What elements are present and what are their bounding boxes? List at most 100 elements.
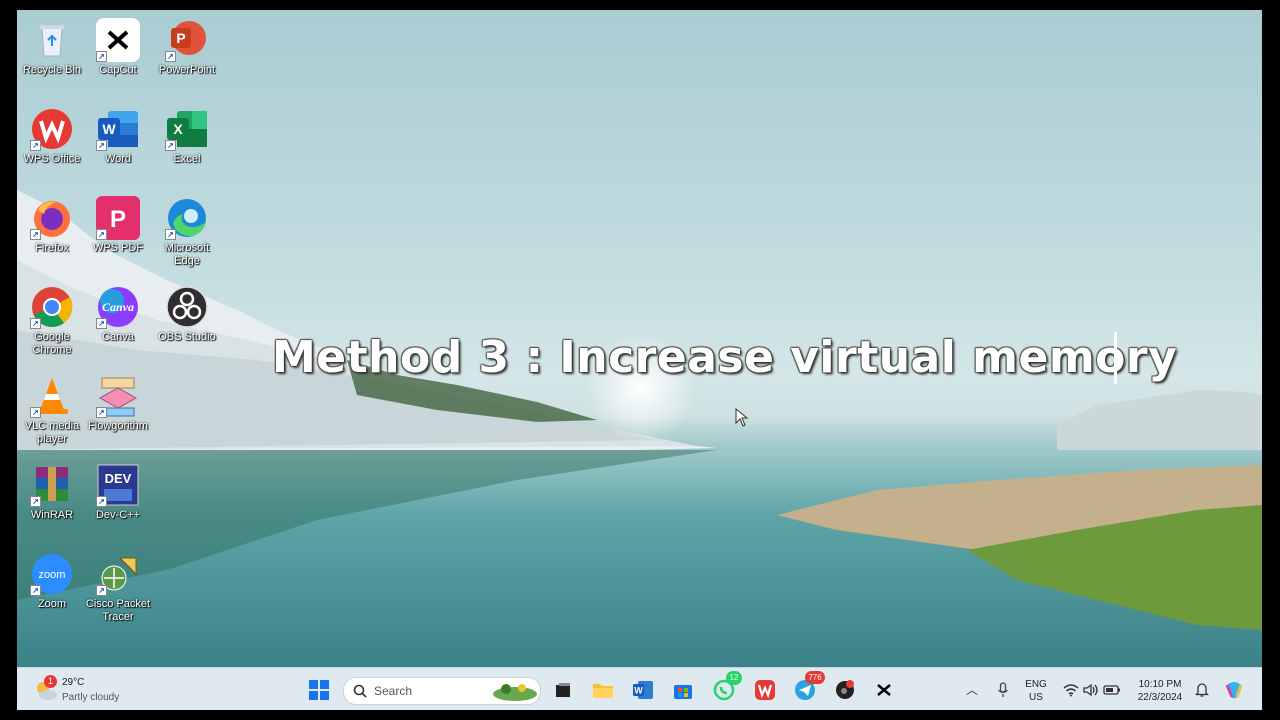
chrome-icon: ↗ [30, 285, 74, 329]
taskbar-wps-office[interactable] [751, 676, 779, 704]
shortcut-arrow-icon: ↗ [165, 140, 176, 151]
desktop-icon-recycle-bin[interactable]: Recycle Bin [17, 18, 87, 77]
desktop-screen: Recycle Bin ↗ CapCut P ↗ PowerPoint ↗ WP… [17, 10, 1262, 710]
weather-condition: Partly cloudy [62, 692, 120, 703]
desktop-icon-wps-office[interactable]: ↗ WPS Office [17, 107, 87, 166]
powerpoint-glyph: P [176, 30, 185, 46]
icon-label: WinRAR [30, 509, 74, 521]
excel-icon: X ↗ [165, 107, 209, 151]
taskbar-whatsapp[interactable]: 12 [710, 671, 742, 704]
weather-badge: 1 [44, 675, 57, 688]
quick-settings-button[interactable] [1061, 680, 1123, 700]
shortcut-arrow-icon: ↗ [165, 51, 176, 62]
desktop-icon-wps-pdf[interactable]: P ↗ WPS PDF [83, 196, 153, 255]
microphone-icon [998, 682, 1008, 697]
desktop-icon-zoom[interactable]: zoom ↗ Zoom [17, 552, 87, 611]
chevron-up-icon: ︿ [965, 683, 978, 697]
wps-pdf-icon: P ↗ [96, 196, 140, 240]
taskbar-file-explorer[interactable] [589, 676, 617, 704]
desktop-icon-powerpoint[interactable]: P ↗ PowerPoint [152, 18, 222, 77]
taskbar: 1 29°C Partly cloudy Search W 12 776 ︿ E… [17, 667, 1262, 710]
desktop-icon-dev-cpp[interactable]: DEV ↗ Dev-C++ [83, 463, 153, 522]
firefox-icon: ↗ [30, 196, 74, 240]
icon-label: Recycle Bin [22, 64, 82, 76]
icon-label: Excel [173, 153, 201, 165]
desktop-icon-google-chrome[interactable]: ↗ Google Chrome [17, 285, 87, 357]
desktop-icon-capcut[interactable]: ↗ CapCut [83, 18, 153, 77]
copilot-button[interactable] [1220, 676, 1248, 704]
icon-label: CapCut [99, 64, 137, 76]
wifi-icon [1063, 684, 1079, 697]
desktop-icon-flowgorithm[interactable]: ↗ Flowgorithm [83, 374, 153, 433]
zoom-glyph: zoom [39, 569, 66, 581]
desktop-icon-canva[interactable]: Canva ↗ Canva [83, 285, 153, 344]
store-icon [674, 685, 692, 699]
microphone-button[interactable] [989, 676, 1017, 704]
clock[interactable]: 10:10 PM 22/3/2024 [1131, 678, 1189, 704]
icon-label: Dev-C++ [95, 509, 141, 521]
task-view-icon [556, 683, 570, 697]
weather-widget[interactable]: 1 29°C Partly cloudy [29, 674, 149, 706]
dev-glyph: DEV [105, 471, 132, 486]
icon-label: Firefox [35, 242, 69, 254]
language-indicator[interactable]: ENG US [1021, 678, 1051, 704]
taskbar-search-box[interactable]: Search [343, 677, 541, 705]
search-highlight-icon [493, 684, 537, 701]
taskbar-app-dark[interactable] [831, 676, 859, 704]
taskbar-store[interactable] [669, 676, 697, 704]
shortcut-arrow-icon: ↗ [96, 229, 107, 240]
flowgorithm-icon: ↗ [96, 374, 140, 418]
telegram-badge: 776 [805, 671, 825, 684]
desktop-icon-winrar[interactable]: ↗ WinRAR [17, 463, 87, 522]
shortcut-arrow-icon: ↗ [96, 407, 107, 418]
shortcut-arrow-icon: ↗ [30, 229, 41, 240]
desktop-icon-microsoft-edge[interactable]: ↗ Microsoft Edge [152, 196, 222, 268]
icon-label: Word [104, 153, 132, 165]
windows-logo-icon [309, 680, 329, 700]
desktop-icon-firefox[interactable]: ↗ Firefox [17, 196, 87, 255]
whatsapp-badge: 12 [726, 671, 742, 685]
taskbar-word-glyph: W [634, 686, 643, 696]
winrar-icon: ↗ [30, 463, 74, 507]
shortcut-arrow-icon: ↗ [96, 51, 107, 62]
taskbar-word[interactable]: W [629, 676, 657, 704]
word-icon: W [633, 681, 653, 699]
desktop-icon-obs-studio[interactable]: OBS Studio [152, 285, 222, 344]
icon-label: Canva [102, 331, 134, 343]
icon-label: Flowgorithm [88, 420, 148, 432]
folder-icon [593, 684, 613, 698]
excel-glyph: X [173, 121, 183, 137]
notifications-button[interactable] [1188, 676, 1216, 704]
taskbar-telegram[interactable]: 776 [791, 671, 825, 704]
desktop-icon-word[interactable]: W ↗ Word [83, 107, 153, 166]
icon-label: VLC media player [24, 420, 80, 445]
icon-label: Cisco Packet Tracer [85, 598, 151, 623]
desktop-icon-vlc[interactable]: ↗ VLC media player [17, 374, 87, 446]
show-hidden-icons-button[interactable]: ︿ [958, 676, 986, 704]
taskbar-capcut[interactable] [870, 676, 898, 704]
word-glyph: W [102, 121, 116, 137]
shortcut-arrow-icon: ↗ [30, 496, 41, 507]
language-code: ENG [1025, 679, 1047, 690]
search-icon [353, 684, 367, 698]
canva-icon: Canva ↗ [96, 285, 140, 329]
word-icon: W ↗ [96, 107, 140, 151]
task-view-button[interactable] [549, 676, 577, 704]
edge-icon: ↗ [165, 196, 209, 240]
icon-label: WPS Office [23, 153, 81, 165]
shortcut-arrow-icon: ↗ [96, 496, 107, 507]
text-caret [1114, 332, 1117, 384]
mouse-pointer-icon [735, 408, 749, 427]
icon-label: Zoom [37, 598, 67, 610]
clock-time: 10:10 PM [1138, 679, 1182, 690]
capcut-icon: ↗ [96, 18, 140, 62]
shortcut-arrow-icon: ↗ [30, 585, 41, 596]
shortcut-arrow-icon: ↗ [96, 140, 107, 151]
recycle-bin-icon [30, 18, 74, 62]
desktop-icon-excel[interactable]: X ↗ Excel [152, 107, 222, 166]
obs-icon [165, 285, 209, 329]
vlc-icon: ↗ [30, 374, 74, 418]
powerpoint-icon: P ↗ [165, 18, 209, 62]
desktop-icon-cisco-packet-tracer[interactable]: ↗ Cisco Packet Tracer [83, 552, 153, 624]
start-button[interactable] [305, 676, 333, 704]
